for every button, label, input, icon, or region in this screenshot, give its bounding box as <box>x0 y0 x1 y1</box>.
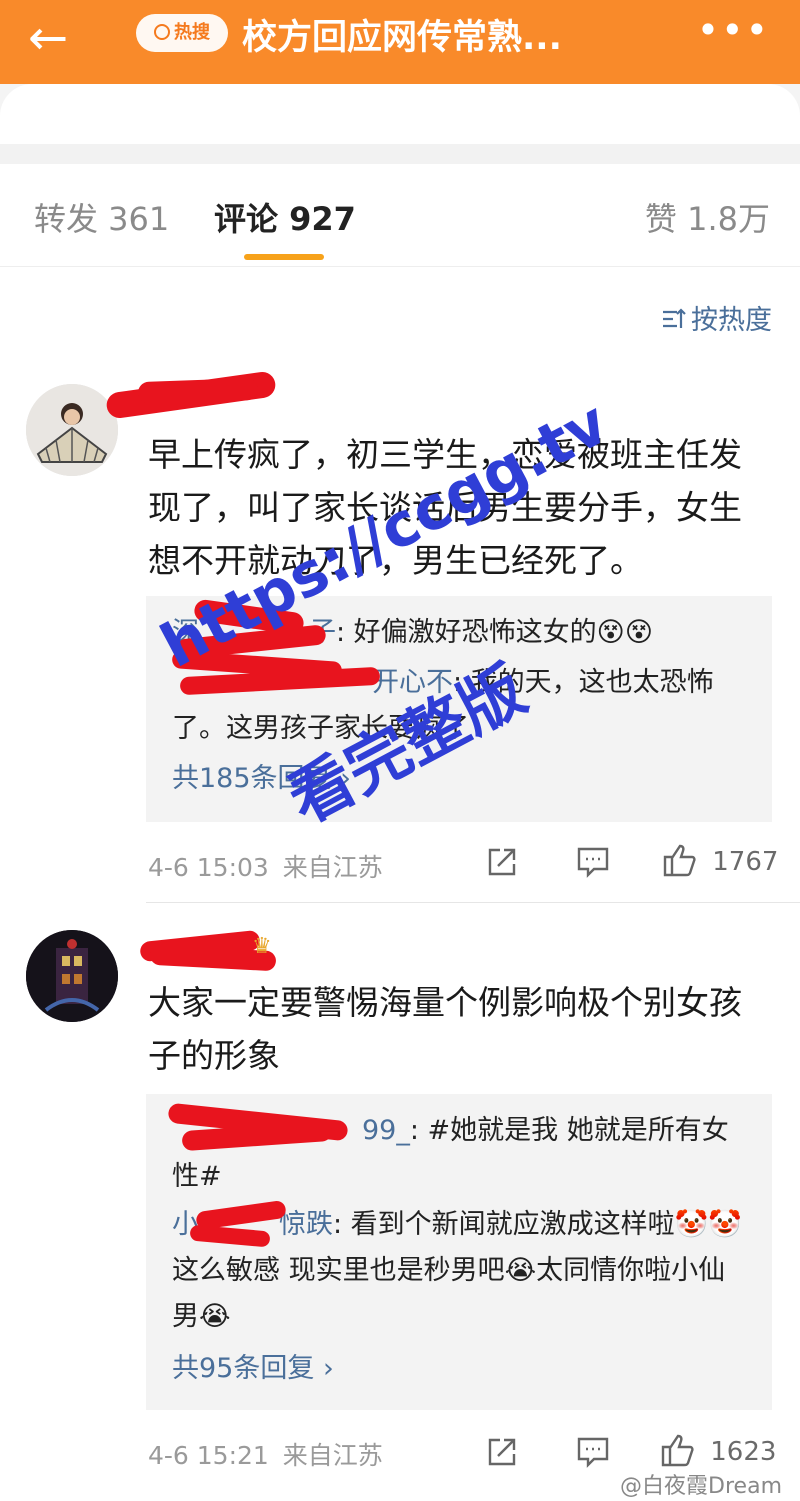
comment-time: 4-6 15:03 <box>148 853 269 882</box>
like-count: 1623 <box>710 1437 777 1467</box>
top-bar: ← 热搜 校方回应网传常熟... ••• <box>0 0 800 84</box>
like-button[interactable]: 1623 <box>660 1432 776 1468</box>
comment-source: 来自江苏 <box>282 1441 383 1470</box>
hot-search-badge[interactable]: 热搜 <box>136 14 228 52</box>
replies-box[interactable]: 99_: #她就是我 她就是所有女性# 小惊跌: 看到个新闻就应激成这样啦🤡🤡这… <box>146 1094 772 1410</box>
badge-label: 热搜 <box>174 22 210 43</box>
avatar[interactable] <box>26 930 118 1022</box>
more-icon[interactable]: ••• <box>697 8 770 52</box>
sort-label: 按热度 <box>691 305 772 336</box>
reply-text: : 看到个新闻就应激成这样啦🤡🤡这么敏感 现实里也是秒男吧😭太同情你啦小仙男😭 <box>172 1209 742 1332</box>
section-separator <box>0 144 800 164</box>
comment-time: 4-6 15:21 <box>148 1441 269 1470</box>
page-title: 校方回应网传常熟... <box>242 18 562 58</box>
comment-meta: 4-6 15:03 来自江苏 <box>148 848 383 884</box>
comment-source: 来自江苏 <box>282 853 383 882</box>
reply-user-end[interactable]: 惊跌 <box>279 1209 333 1240</box>
comment-text: 大家一定要警惕海量个例影响极个别女孩子的形象 <box>148 983 742 1075</box>
comment-icon[interactable] <box>576 1436 610 1475</box>
view-all-replies-link[interactable]: 共95条回复 › <box>172 1346 334 1385</box>
tab-comments[interactable]: 评论 927 <box>214 194 356 240</box>
tab-bar: 转发 361 评论 927 赞 1.8万 <box>0 164 800 267</box>
back-arrow-icon[interactable]: ← <box>28 10 68 66</box>
comment-icon[interactable] <box>576 846 610 885</box>
search-icon <box>154 24 170 40</box>
like-count: 1767 <box>712 847 779 877</box>
image-credit: @白夜霞Dream <box>620 1474 782 1499</box>
sort-icon <box>663 308 686 328</box>
tab-likes[interactable]: 赞 1.8万 <box>645 194 770 240</box>
reply-user-end[interactable]: 99_ <box>362 1115 410 1146</box>
redaction-mark <box>137 377 259 405</box>
thumbs-up-icon <box>663 844 696 877</box>
card-top <box>0 84 800 144</box>
avatar[interactable] <box>26 384 118 476</box>
crown-icon: ♛ <box>252 934 272 959</box>
tab-active-indicator <box>244 254 324 260</box>
sort-button[interactable]: 按热度 <box>661 298 772 337</box>
comment-meta: 4-6 15:21 来自江苏 <box>148 1436 383 1472</box>
share-icon[interactable] <box>486 1436 518 1475</box>
thumbs-up-icon <box>661 1434 694 1467</box>
tab-repost[interactable]: 转发 361 <box>34 194 169 240</box>
like-button[interactable]: 1767 <box>662 842 778 878</box>
reply-item: 小惊跌: 看到个新闻就应激成这样啦🤡🤡这么敏感 现实里也是秒男吧😭太同情你啦小仙… <box>172 1202 748 1340</box>
share-icon[interactable] <box>486 846 518 885</box>
comment-divider <box>146 902 800 903</box>
